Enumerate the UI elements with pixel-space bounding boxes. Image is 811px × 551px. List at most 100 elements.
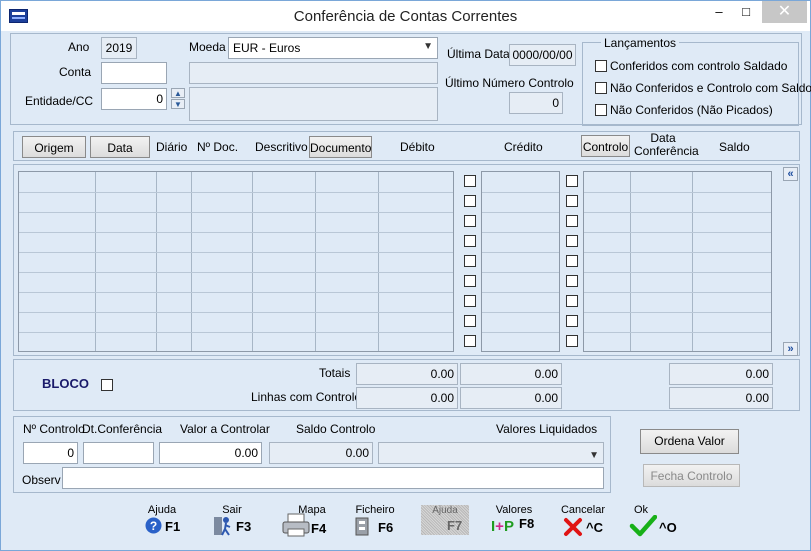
observ-input[interactable]	[62, 467, 604, 489]
col-n-doc: Nº Doc.	[197, 140, 239, 154]
sair-f3-button[interactable]: Sair F3	[202, 504, 266, 548]
ok-button[interactable]: Ok ^O	[618, 504, 682, 548]
option-nao-picados: Não Conferidos (Não Picados)	[610, 103, 773, 117]
ano-field[interactable]: 2019	[101, 37, 137, 59]
credito-check-row-3[interactable]	[566, 215, 578, 227]
n-controlo-input[interactable]: 0	[23, 442, 78, 464]
totais-saldo: 0.00	[669, 363, 773, 385]
debito-check-row-5[interactable]	[464, 255, 476, 267]
debito-check-row-9[interactable]	[464, 335, 476, 347]
entries-grid-left[interactable]	[18, 171, 454, 352]
values-icon: I+P	[491, 518, 514, 535]
credito-check-row-1[interactable]	[566, 175, 578, 187]
ano-label: Ano	[68, 40, 90, 54]
debito-check-row-6[interactable]	[464, 275, 476, 287]
debito-check-row-7[interactable]	[464, 295, 476, 307]
ajuda-f1-button[interactable]: Ajuda ? F1	[132, 504, 196, 548]
entries-grid-right[interactable]	[583, 171, 772, 352]
ultima-data-field: 0000/00/00	[509, 44, 576, 66]
moeda-label: Moeda	[189, 40, 226, 54]
window-title: Conferência de Contas Correntes	[293, 8, 518, 25]
conta-description	[189, 62, 438, 84]
ultimo-numero-label: Último Número Controlo	[445, 76, 574, 90]
linhas-controlo-label: Linhas com Controlo	[251, 390, 362, 404]
credito-check-row-2[interactable]	[566, 195, 578, 207]
ultima-data-label: Última Data	[447, 47, 510, 61]
main-window: Conferência de Contas Correntes – □ ✕ An…	[0, 0, 811, 551]
debito-check-row-1[interactable]	[464, 175, 476, 187]
saldo-controlo-field: 0.00	[269, 442, 373, 464]
ficheiro-f6-button[interactable]: Ficheiro F6	[343, 504, 407, 548]
ultimo-numero-field: 0	[509, 92, 563, 114]
printer-icon	[282, 513, 310, 537]
totais-credito: 0.00	[460, 363, 562, 385]
debito-check-row-8[interactable]	[464, 315, 476, 327]
col-descritivo: Descritivo	[255, 140, 308, 154]
credito-check-row-4[interactable]	[566, 235, 578, 247]
observ-label: Observ	[22, 473, 61, 487]
dt-conferencia-input[interactable]	[83, 442, 154, 464]
file-icon	[355, 517, 369, 536]
ok-icon	[629, 515, 657, 537]
ajuda-f7-button: Ajuda F7	[421, 505, 469, 535]
credito-check-row-7[interactable]	[566, 295, 578, 307]
svg-text:?: ?	[150, 519, 157, 533]
conta-label: Conta	[59, 65, 92, 79]
col-credito: Crédito	[504, 140, 543, 154]
valores-liquidados-select[interactable]: ▼	[378, 442, 604, 464]
linhas-debito: 0.00	[356, 387, 458, 409]
valor-controlar-label: Valor a Controlar	[180, 422, 270, 436]
moeda-value: EUR - Euros	[233, 41, 301, 55]
valores-f8-button[interactable]: Valores I+P F8	[484, 504, 548, 548]
linhas-credito: 0.00	[460, 387, 562, 409]
origem-sort-button[interactable]: Origem	[22, 136, 86, 158]
mapa-f4-button[interactable]: Mapa F4	[278, 504, 342, 548]
minimize-button[interactable]: –	[709, 1, 729, 23]
credito-check-row-6[interactable]	[566, 275, 578, 287]
lancamentos-title: Lançamentos	[601, 36, 680, 50]
documento-sort-button[interactable]: Documento	[309, 136, 372, 158]
moeda-select[interactable]: EUR - Euros ▼	[228, 37, 438, 59]
saldo-controlo-label: Saldo Controlo	[296, 422, 376, 436]
scroll-right-icon[interactable]: »	[783, 342, 798, 356]
spin-up-icon[interactable]: ▲	[171, 88, 185, 98]
col-data-conferencia: Data Conferência	[634, 131, 699, 158]
entidade-description	[189, 87, 438, 121]
chevron-down-icon: ▼	[423, 41, 433, 52]
checkbox-nao-conferidos-saldo[interactable]	[595, 82, 607, 94]
col-diario: Diário	[156, 140, 188, 154]
close-button[interactable]: ✕	[762, 1, 807, 23]
bloco-checkbox[interactable]	[101, 379, 113, 391]
credito-column[interactable]	[481, 171, 560, 352]
cancelar-button[interactable]: Cancelar ^C	[551, 504, 615, 548]
totais-label: Totais	[319, 366, 351, 380]
credito-check-row-9[interactable]	[566, 335, 578, 347]
totais-debito: 0.00	[356, 363, 458, 385]
credito-check-row-5[interactable]	[566, 255, 578, 267]
valor-controlar-input[interactable]: 0.00	[159, 442, 262, 464]
linhas-saldo: 0.00	[669, 387, 773, 409]
entidade-input[interactable]: 0	[101, 88, 167, 110]
spin-down-icon[interactable]: ▼	[171, 99, 185, 109]
data-sort-button[interactable]: Data	[90, 136, 150, 158]
maximize-button[interactable]: □	[736, 1, 756, 23]
col-saldo: Saldo	[719, 140, 750, 154]
debito-check-row-3[interactable]	[464, 215, 476, 227]
ordena-valor-button[interactable]: Ordena Valor	[640, 429, 739, 454]
scroll-left-icon[interactable]: «	[783, 167, 798, 181]
title-bar: Conferência de Contas Correntes – □ ✕	[1, 1, 810, 31]
conta-input[interactable]	[101, 62, 167, 84]
checkbox-nao-picados[interactable]	[595, 104, 607, 116]
valores-liquidados-label: Valores Liquidados	[496, 422, 598, 436]
checkbox-conferidos-saldado[interactable]	[595, 60, 607, 72]
cancel-icon	[564, 518, 582, 536]
debito-check-row-2[interactable]	[464, 195, 476, 207]
entidade-label: Entidade/CC	[25, 94, 94, 108]
fecha-controlo-button[interactable]: Fecha Controlo	[643, 464, 740, 487]
n-controlo-label: Nº Controlo	[23, 422, 85, 436]
option-nao-conferidos-saldo: Não Conferidos e Controlo com Saldo	[610, 81, 811, 95]
chevron-down-icon: ▼	[589, 450, 599, 461]
controlo-sort-button[interactable]: Controlo	[581, 135, 630, 157]
debito-check-row-4[interactable]	[464, 235, 476, 247]
credito-check-row-8[interactable]	[566, 315, 578, 327]
